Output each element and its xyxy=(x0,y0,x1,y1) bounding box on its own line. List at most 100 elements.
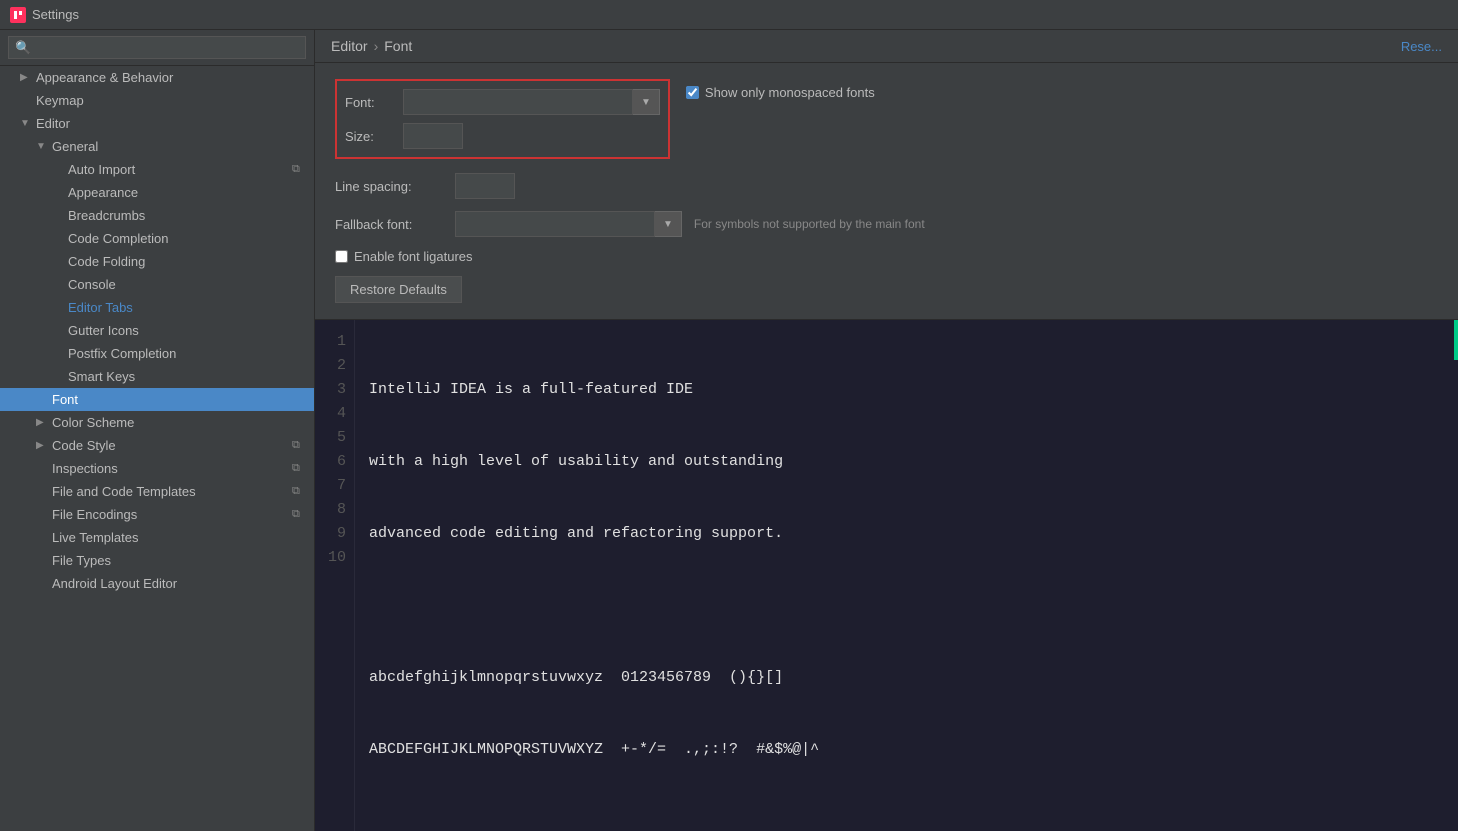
sidebar-label: Editor xyxy=(36,116,306,131)
sidebar: ▶ Appearance & Behavior Keymap ▼ Editor … xyxy=(0,30,315,831)
font-row: Font: Consolas ▼ xyxy=(345,89,660,115)
expand-arrow: ▶ xyxy=(36,440,48,451)
size-row: Size: 18 xyxy=(345,123,660,149)
font-dropdown[interactable]: Consolas ▼ xyxy=(403,89,660,115)
sidebar-item-file-code-templates[interactable]: File and Code Templates ⧉ xyxy=(0,480,314,503)
line-number: 8 xyxy=(327,498,346,522)
fallback-font-row: Fallback font: <None> ▼ For symbols not … xyxy=(335,211,1438,237)
font-dropdown-arrow[interactable]: ▼ xyxy=(633,89,660,115)
breadcrumb-editor: Editor xyxy=(331,38,368,54)
sidebar-label: Breadcrumbs xyxy=(68,208,306,223)
sidebar-label: Live Templates xyxy=(52,530,306,545)
sidebar-item-editor[interactable]: ▼ Editor xyxy=(0,112,314,135)
breadcrumb-font: Font xyxy=(384,38,412,54)
size-input[interactable]: 18 xyxy=(403,123,463,149)
code-line xyxy=(369,594,1444,618)
breadcrumb: Editor › Font xyxy=(331,38,412,54)
sidebar-label: Android Layout Editor xyxy=(52,576,306,591)
sidebar-label: Postfix Completion xyxy=(68,346,306,361)
font-input[interactable]: Consolas xyxy=(403,89,633,115)
sidebar-label: Color Scheme xyxy=(52,415,306,430)
monospaced-label: Show only monospaced fonts xyxy=(705,85,875,100)
line-number: 3 xyxy=(327,378,346,402)
fallback-font-input[interactable]: <None> xyxy=(455,211,655,237)
sidebar-item-live-templates[interactable]: Live Templates xyxy=(0,526,314,549)
sidebar-label: Appearance xyxy=(68,185,306,200)
code-line: IntelliJ IDEA is a full-featured IDE xyxy=(369,378,1444,402)
copy-icon: ⧉ xyxy=(292,163,306,177)
sidebar-item-android-layout-editor[interactable]: Android Layout Editor xyxy=(0,572,314,595)
main-layout: ▶ Appearance & Behavior Keymap ▼ Editor … xyxy=(0,30,1458,831)
ligatures-label: Enable font ligatures xyxy=(354,249,473,264)
sidebar-label: Auto Import xyxy=(68,162,288,177)
code-line: ABCDEFGHIJKLMNOPQRSTUVWXYZ +-*/= .,;:!? … xyxy=(369,738,1444,762)
sidebar-label: Editor Tabs xyxy=(68,300,306,315)
preview-accent-bar xyxy=(1454,320,1458,360)
line-numbers: 1 2 3 4 5 6 7 8 9 10 xyxy=(315,320,355,831)
search-input[interactable] xyxy=(8,36,306,59)
sidebar-item-appearance[interactable]: Appearance xyxy=(0,181,314,204)
sidebar-item-postfix-completion[interactable]: Postfix Completion xyxy=(0,342,314,365)
window-title: Settings xyxy=(32,7,79,22)
sidebar-item-code-completion[interactable]: Code Completion xyxy=(0,227,314,250)
line-number: 5 xyxy=(327,426,346,450)
line-number: 10 xyxy=(327,546,346,570)
sidebar-item-code-style[interactable]: ▶ Code Style ⧉ xyxy=(0,434,314,457)
sidebar-label: Font xyxy=(52,392,306,407)
sidebar-item-appearance-behavior[interactable]: ▶ Appearance & Behavior xyxy=(0,66,314,89)
sidebar-label: Gutter Icons xyxy=(68,323,306,338)
fallback-font-dropdown[interactable]: <None> ▼ xyxy=(455,211,682,237)
line-spacing-row: Line spacing: 1.0 xyxy=(335,173,1438,199)
restore-defaults-button[interactable]: Restore Defaults xyxy=(335,276,462,303)
sidebar-item-auto-import[interactable]: Auto Import ⧉ xyxy=(0,158,314,181)
search-box[interactable] xyxy=(0,30,314,66)
sidebar-item-font[interactable]: Font xyxy=(0,388,314,411)
sidebar-item-gutter-icons[interactable]: Gutter Icons xyxy=(0,319,314,342)
sidebar-label: File Types xyxy=(52,553,306,568)
sidebar-label: File and Code Templates xyxy=(52,484,288,499)
sidebar-item-color-scheme[interactable]: ▶ Color Scheme xyxy=(0,411,314,434)
ligatures-checkbox[interactable] xyxy=(335,250,348,263)
line-number: 9 xyxy=(327,522,346,546)
sidebar-label: Code Completion xyxy=(68,231,306,246)
ligatures-row: Enable font ligatures xyxy=(335,249,1438,264)
monospaced-checkbox-row: Show only monospaced fonts xyxy=(686,85,875,100)
sidebar-item-breadcrumbs[interactable]: Breadcrumbs xyxy=(0,204,314,227)
line-number: 7 xyxy=(327,474,346,498)
line-number: 2 xyxy=(327,354,346,378)
code-line: with a high level of usability and outst… xyxy=(369,450,1444,474)
copy-icon: ⧉ xyxy=(292,508,306,522)
sidebar-item-console[interactable]: Console xyxy=(0,273,314,296)
reset-link[interactable]: Rese... xyxy=(1401,39,1442,54)
copy-icon: ⧉ xyxy=(292,485,306,499)
sidebar-item-file-encodings[interactable]: File Encodings ⧉ xyxy=(0,503,314,526)
sidebar-item-smart-keys[interactable]: Smart Keys xyxy=(0,365,314,388)
sidebar-label: Smart Keys xyxy=(68,369,306,384)
monospaced-checkbox[interactable] xyxy=(686,86,699,99)
sidebar-label: Code Style xyxy=(52,438,288,453)
sidebar-item-general[interactable]: ▼ General xyxy=(0,135,314,158)
app-icon xyxy=(10,7,26,23)
size-field-label: Size: xyxy=(345,129,395,144)
sidebar-label: Code Folding xyxy=(68,254,306,269)
sidebar-label: General xyxy=(52,139,306,154)
breadcrumb-separator: › xyxy=(374,38,379,54)
line-spacing-input[interactable]: 1.0 xyxy=(455,173,515,199)
settings-form: Font: Consolas ▼ Size: 18 Show xyxy=(315,63,1458,319)
expand-arrow: ▼ xyxy=(20,118,32,129)
sidebar-item-inspections[interactable]: Inspections ⧉ xyxy=(0,457,314,480)
sidebar-item-editor-tabs[interactable]: Editor Tabs xyxy=(0,296,314,319)
sidebar-item-keymap[interactable]: Keymap xyxy=(0,89,314,112)
expand-arrow: ▶ xyxy=(20,72,32,83)
code-line: advanced code editing and refactoring su… xyxy=(369,522,1444,546)
title-bar: Settings xyxy=(0,0,1458,30)
sidebar-item-code-folding[interactable]: Code Folding xyxy=(0,250,314,273)
fallback-dropdown-arrow[interactable]: ▼ xyxy=(655,211,682,237)
font-field-label: Font: xyxy=(345,95,395,110)
fallback-font-label: Fallback font: xyxy=(335,217,455,232)
copy-icon: ⧉ xyxy=(292,462,306,476)
sidebar-item-file-types[interactable]: File Types xyxy=(0,549,314,572)
line-spacing-label: Line spacing: xyxy=(335,179,455,194)
code-line xyxy=(369,810,1444,831)
code-line: abcdefghijklmnopqrstuvwxyz 0123456789 ()… xyxy=(369,666,1444,690)
